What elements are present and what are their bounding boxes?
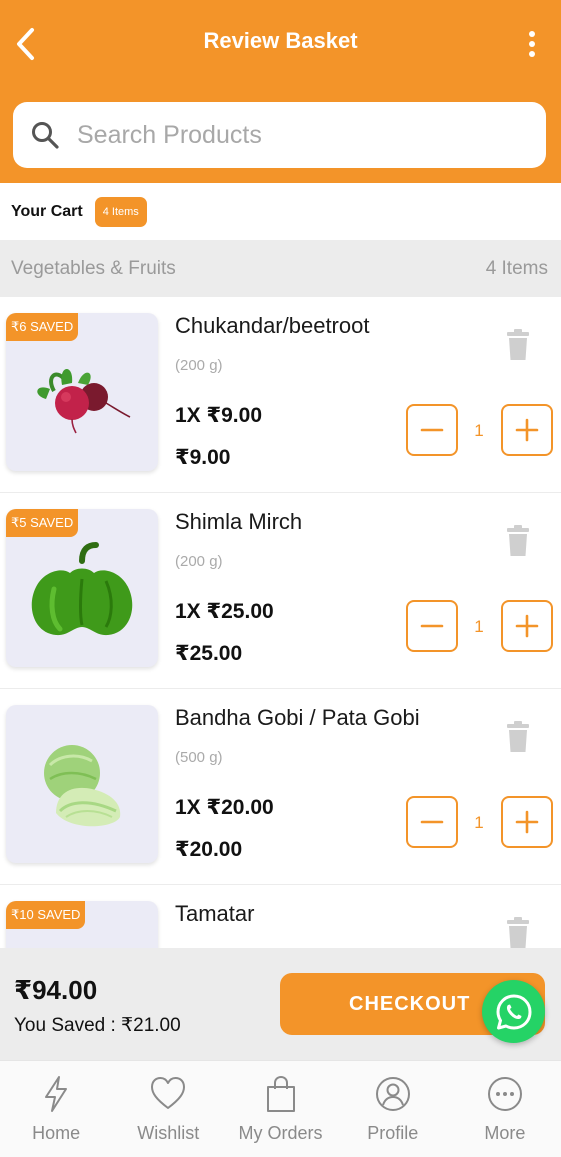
unit-price: 1X ₹20.00: [175, 796, 274, 819]
category-title: Vegetables & Fruits: [11, 257, 176, 279]
search-bar[interactable]: [13, 102, 546, 168]
quantity-value: 1: [474, 813, 484, 832]
nav-label-profile: Profile: [367, 1123, 419, 1143]
product-image[interactable]: [6, 705, 158, 863]
increase-quantity-button[interactable]: [501, 796, 553, 848]
cart-item: Bandha Gobi / Pata Gobi (500 g) 1X ₹20.0…: [0, 689, 561, 885]
decrease-quantity-button[interactable]: [406, 404, 458, 456]
product-name: Tamatar: [175, 901, 255, 926]
product-image[interactable]: ₹10 SAVED: [6, 901, 158, 948]
checkout-bar: ₹94.00 You Saved : ₹21.00 CHECKOUT: [0, 948, 561, 1060]
product-name: Chukandar/beetroot: [175, 313, 370, 338]
trash-icon: [507, 525, 529, 556]
more-vertical-icon: [529, 31, 535, 57]
app-header: Review Basket: [0, 0, 561, 183]
cart-total: ₹94.00: [14, 975, 98, 1005]
unit-price: 1X ₹9.00: [175, 404, 263, 427]
overflow-menu-button[interactable]: [525, 27, 539, 61]
item-total: ₹9.00: [175, 446, 231, 469]
shopping-bag-icon: [266, 1075, 295, 1112]
unit-price: 1X ₹25.00: [175, 600, 274, 623]
decrease-quantity-button[interactable]: [406, 600, 458, 652]
item-total: ₹25.00: [175, 642, 243, 665]
product-weight: (200 g): [175, 357, 223, 374]
product-name: Bandha Gobi / Pata Gobi: [175, 705, 420, 730]
minus-icon: [420, 820, 444, 824]
plus-icon: [515, 810, 539, 834]
product-image[interactable]: ₹6 SAVED: [6, 313, 158, 471]
minus-icon: [420, 624, 444, 628]
delete-item-button[interactable]: [505, 525, 531, 557]
savings-badge: ₹10 SAVED: [6, 901, 86, 929]
plus-icon: [515, 614, 539, 638]
nav-item-more[interactable]: More: [449, 1061, 561, 1157]
cart-count-badge: 4 Items: [94, 196, 147, 227]
increase-quantity-button[interactable]: [501, 404, 553, 456]
delete-item-button[interactable]: [505, 917, 531, 948]
savings-badge: ₹5 SAVED: [6, 509, 79, 537]
decrease-quantity-button[interactable]: [406, 796, 458, 848]
user-circle-icon: [375, 1077, 410, 1111]
product-name: Shimla Mirch: [175, 509, 303, 534]
chevron-left-icon: [17, 28, 34, 60]
quantity-value: 1: [474, 421, 484, 440]
cart-label: Your Cart: [11, 202, 83, 220]
category-count: 4 Items: [485, 257, 548, 279]
nav-item-my-orders[interactable]: My Orders: [224, 1061, 336, 1157]
trash-icon: [507, 721, 529, 752]
increase-quantity-button[interactable]: [501, 600, 553, 652]
more-horizontal-icon: [487, 1077, 522, 1111]
search-icon: [32, 122, 59, 149]
nav-item-wishlist[interactable]: Wishlist: [112, 1061, 224, 1157]
whatsapp-button[interactable]: [482, 980, 545, 1043]
delete-item-button[interactable]: [505, 721, 531, 753]
category-header: Vegetables & Fruits 4 Items: [0, 240, 561, 297]
nav-label-more: More: [484, 1123, 526, 1143]
whatsapp-icon: [496, 994, 531, 1029]
minus-icon: [420, 428, 444, 432]
heart-icon: [151, 1077, 186, 1109]
cart-item: ₹10 SAVED Tamatar: [0, 885, 561, 948]
savings-badge: ₹6 SAVED: [6, 313, 79, 341]
bottom-nav: Home Wishlist My Orders Profile More: [0, 1060, 561, 1157]
plus-icon: [515, 418, 539, 442]
trash-icon: [507, 329, 529, 360]
item-total: ₹20.00: [175, 838, 243, 861]
trash-icon: [507, 917, 529, 948]
nav-label-home: Home: [32, 1123, 81, 1143]
cart-item: ₹5 SAVED Shimla Mirch (200 g) 1X ₹25.00 …: [0, 493, 561, 689]
nav-label-my-orders: My Orders: [238, 1123, 323, 1143]
nav-label-wishlist: Wishlist: [137, 1123, 200, 1143]
cabbage-image: [44, 745, 121, 827]
product-weight: (500 g): [175, 749, 223, 766]
cart-item-list: ₹6 SAVED Chukandar/beetroot (200 g) 1X ₹…: [0, 297, 561, 948]
back-button[interactable]: [8, 24, 42, 64]
product-weight: (200 g): [175, 553, 223, 570]
page-title: Review Basket: [203, 28, 358, 53]
delete-item-button[interactable]: [505, 329, 531, 361]
nav-item-home[interactable]: Home: [0, 1061, 112, 1157]
quantity-value: 1: [474, 617, 484, 636]
cart-item: ₹6 SAVED Chukandar/beetroot (200 g) 1X ₹…: [0, 297, 561, 493]
nav-item-profile[interactable]: Profile: [337, 1061, 449, 1157]
search-input[interactable]: [77, 120, 497, 150]
product-image[interactable]: ₹5 SAVED: [6, 509, 158, 667]
lightning-icon: [45, 1076, 68, 1112]
total-savings: You Saved : ₹21.00: [14, 1015, 181, 1036]
cart-summary: Your Cart 4 Items: [0, 183, 561, 240]
